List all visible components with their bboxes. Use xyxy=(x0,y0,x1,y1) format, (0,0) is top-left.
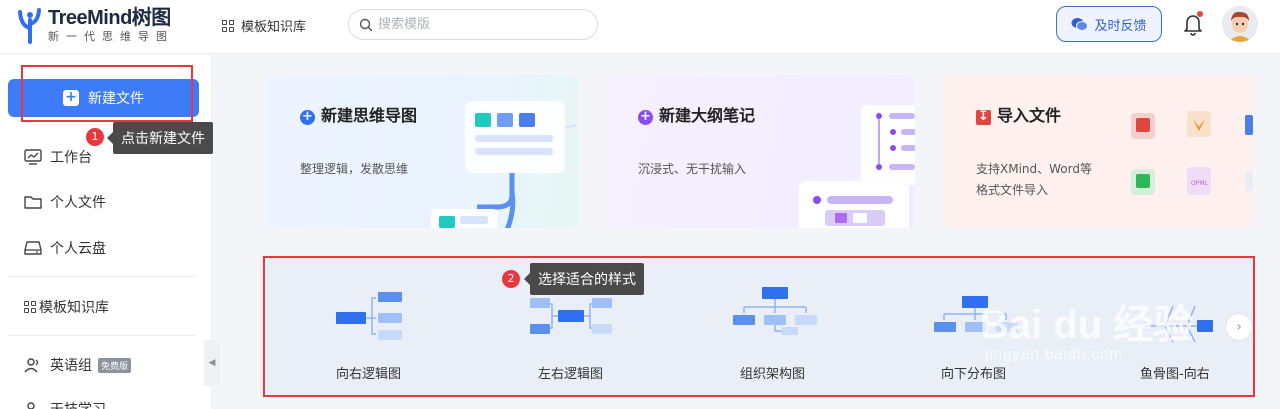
sidebar-item-study-group[interactable]: 天技学习 xyxy=(24,399,106,409)
sidebar-item-english-group[interactable]: 英语组 免费版 xyxy=(24,355,132,375)
sidebar-item-cloud-drive[interactable]: 个人云盘 xyxy=(24,238,106,258)
logo-title: TreeMind树图 xyxy=(48,7,171,29)
search-box[interactable] xyxy=(348,9,598,40)
step-badge-1: 1 xyxy=(86,128,104,146)
dashboard-icon xyxy=(24,149,42,165)
sidebar-collapse-toggle[interactable]: ◀ xyxy=(204,340,220,386)
grid-icon xyxy=(222,19,234,32)
sidebar-item-label: 模板知识库 xyxy=(39,300,109,316)
sidebar-divider xyxy=(8,276,196,277)
sidebar-item-personal-files[interactable]: 个人文件 xyxy=(24,192,106,212)
feedback-label: 及时反馈 xyxy=(1094,18,1147,34)
sidebar-item-template-library[interactable]: 模板知识库 xyxy=(24,297,109,317)
import-icon: ↧ xyxy=(976,110,991,125)
card-description: 整理逻辑，发散思维 xyxy=(300,162,409,176)
cloud-drive-icon xyxy=(24,241,42,255)
step-badge-2: 2 xyxy=(502,270,520,288)
plus-circle-icon: + xyxy=(638,110,653,125)
svg-text:OPML: OPML xyxy=(1191,180,1209,187)
highlight-box-templates xyxy=(263,256,1255,397)
search-icon xyxy=(359,18,373,31)
outline-illustration-icon xyxy=(799,105,915,228)
nav-template-library[interactable]: 模板知识库 xyxy=(222,16,306,35)
sidebar-item-label: 工作台 xyxy=(50,150,92,166)
sidebar-item-label: 个人文件 xyxy=(50,195,106,211)
chevron-left-icon: ◀ xyxy=(208,358,216,368)
card-title: + 新建大纲笔记 xyxy=(638,103,758,129)
nav-template-library-label: 模板知识库 xyxy=(241,20,307,35)
card-import-file[interactable]: ↧ 导入文件 支持XMind、Word等格式文件导入 OPML xyxy=(943,75,1253,228)
wechat-icon xyxy=(1071,17,1089,31)
mindmap-illustration-icon xyxy=(431,101,577,228)
free-version-tag: 免费版 xyxy=(98,357,132,373)
notification-dot xyxy=(1197,11,1203,17)
card-new-outline[interactable]: + 新建大纲笔记 沉浸式、无干扰输入 xyxy=(605,75,915,228)
feedback-button[interactable]: 及时反馈 xyxy=(1056,6,1162,42)
avatar-face-icon xyxy=(1222,6,1258,42)
grid-icon xyxy=(24,301,36,313)
sidebar-item-label: 天技学习 xyxy=(50,399,106,409)
card-title: ↧ 导入文件 xyxy=(976,103,1096,129)
logo-subtitle: 新一代思维导图 xyxy=(48,30,174,43)
sidebar-divider xyxy=(8,335,196,336)
logo[interactable]: TreeMind树图 新一代思维导图 xyxy=(16,6,174,44)
users-icon xyxy=(27,402,35,409)
avatar[interactable] xyxy=(1222,6,1258,42)
plus-circle-icon: + xyxy=(300,110,315,125)
file-types-illustration-icon: OPML xyxy=(1131,111,1253,195)
top-header: TreeMind树图 新一代思维导图 模板知识库 及时反馈 xyxy=(0,0,1280,54)
folder-icon xyxy=(24,196,42,209)
sidebar-item-label: 英语组 xyxy=(50,358,92,374)
card-title: + 新建思维导图 xyxy=(300,103,420,129)
search-input[interactable] xyxy=(378,17,578,32)
card-description: 支持XMind、Word等格式文件导入 xyxy=(976,162,1092,197)
highlight-box-new-file xyxy=(21,65,193,122)
sidebar-item-label: 个人云盘 xyxy=(50,241,106,257)
tree-logo-icon xyxy=(18,8,41,44)
page-bottom-background xyxy=(212,400,1280,409)
tooltip-choose-style: 选择适合的样式 xyxy=(524,263,644,295)
sidebar-item-workbench[interactable]: 工作台 xyxy=(24,147,92,167)
users-icon xyxy=(24,358,39,373)
card-description: 沉浸式、无干扰输入 xyxy=(638,162,747,176)
tooltip-click-new-file: 点击新建文件 xyxy=(107,122,213,154)
card-new-mindmap[interactable]: + 新建思维导图 整理逻辑，发散思维 xyxy=(267,75,578,228)
